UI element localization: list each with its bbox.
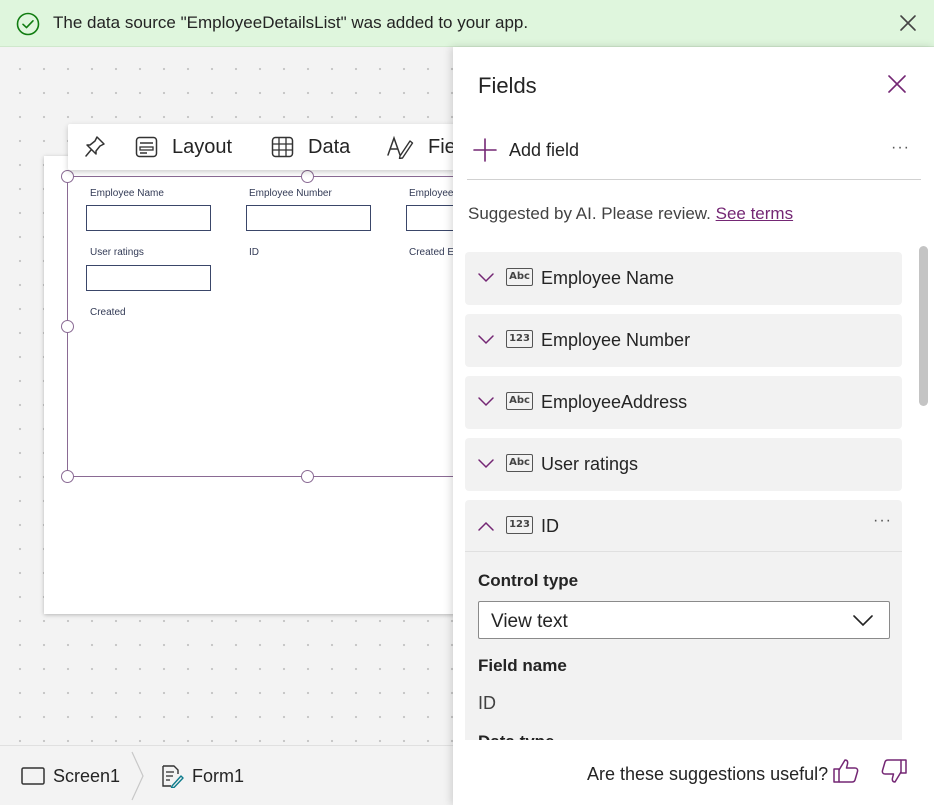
resize-handle[interactable] xyxy=(301,470,314,483)
control-type-value: View text xyxy=(491,611,568,632)
resize-handle[interactable] xyxy=(61,320,74,333)
field-row-employee-name[interactable]: Abc Employee Name xyxy=(465,252,902,305)
number-type-icon: 123 xyxy=(506,330,533,348)
thumbs-down-icon[interactable] xyxy=(880,758,908,784)
pin-icon xyxy=(85,136,105,157)
text-type-icon: Abc xyxy=(506,454,533,472)
form-field-input[interactable] xyxy=(86,265,211,291)
field-row-label: Employee Name xyxy=(541,268,675,288)
ai-notice: Suggested by AI. Please review. See term… xyxy=(468,204,793,224)
screen-icon xyxy=(21,767,45,785)
table-icon xyxy=(271,136,294,158)
feedback-bar: Are these suggestions useful? xyxy=(453,740,934,805)
notification-bar: The data source "EmployeeDetailsList" wa… xyxy=(0,0,934,47)
form-field-input[interactable] xyxy=(86,205,211,231)
close-panel-icon[interactable] xyxy=(888,75,906,93)
form-field-label: ID xyxy=(249,247,259,258)
field-row-id-header[interactable]: 123 ID ··· xyxy=(465,500,902,552)
layout-button[interactable]: Layout xyxy=(135,124,232,170)
fields-label: Fie xyxy=(428,135,456,158)
fields-panel: Fields Add field ··· Suggested by AI. Pl… xyxy=(453,47,934,805)
form-edit-icon xyxy=(162,765,184,788)
chevron-down-icon xyxy=(853,615,873,627)
layout-icon xyxy=(135,136,158,158)
text-type-icon: Abc xyxy=(506,268,533,286)
layout-label: Layout xyxy=(172,135,233,158)
form-field-label: Employee Number xyxy=(249,188,332,199)
notification-message: The data source "EmployeeDetailsList" wa… xyxy=(53,13,529,32)
field-row-id-expanded: 123 ID ··· Control type View text Field … xyxy=(465,500,902,740)
number-type-icon: 123 xyxy=(506,516,533,534)
add-field-label: Add field xyxy=(509,139,580,160)
field-name-value: ID xyxy=(478,693,496,713)
see-terms-link[interactable]: See terms xyxy=(716,204,793,223)
form-field-input[interactable] xyxy=(246,205,371,231)
panel-scrollbar[interactable] xyxy=(919,246,928,406)
text-type-icon: Abc xyxy=(506,392,533,410)
chevron-up-icon[interactable] xyxy=(477,517,495,535)
field-row-label: EmployeeAddress xyxy=(541,392,688,412)
data-label: Data xyxy=(308,135,351,158)
form-field-label: Created xyxy=(90,307,126,318)
feedback-question: Are these suggestions useful? xyxy=(587,764,829,784)
data-button[interactable]: Data xyxy=(271,124,350,170)
checkmark-circle-icon xyxy=(16,12,40,36)
form-field-label: User ratings xyxy=(90,247,144,258)
more-options-button[interactable]: ··· xyxy=(891,139,910,157)
plus-icon xyxy=(473,138,497,162)
ai-notice-text: Suggested by AI. Please review. xyxy=(468,204,711,223)
chevron-down-icon[interactable] xyxy=(477,393,495,411)
form-field-label: Employee Name xyxy=(90,188,164,199)
fields-button[interactable]: Fie xyxy=(386,124,456,170)
field-row-label: Employee Number xyxy=(541,330,691,350)
screen-label: Screen1 xyxy=(53,765,121,786)
field-more-options-button[interactable]: ··· xyxy=(873,512,892,530)
thumbs-up-icon[interactable] xyxy=(832,758,860,784)
field-row-user-ratings[interactable]: Abc User ratings xyxy=(465,438,902,491)
resize-handle[interactable] xyxy=(61,470,74,483)
form-control[interactable]: Employee Name Employee Number Employee U… xyxy=(61,170,531,483)
breadcrumb-form1[interactable]: Form1 xyxy=(160,746,244,805)
data-type-label: Data type xyxy=(478,732,555,740)
field-row-label: User ratings xyxy=(541,454,639,474)
form-field-label: Employee xyxy=(409,188,454,199)
resize-handle[interactable] xyxy=(61,170,74,183)
chevron-right-icon xyxy=(131,751,144,801)
field-row-employee-number[interactable]: 123 Employee Number xyxy=(465,314,902,367)
field-name-label: Field name xyxy=(478,656,567,675)
form-field-label: Created E xyxy=(409,247,455,258)
field-row-employee-address[interactable]: Abc EmployeeAddress xyxy=(465,376,902,429)
panel-title: Fields xyxy=(478,73,537,98)
chevron-down-icon[interactable] xyxy=(477,455,495,473)
pin-button[interactable] xyxy=(84,124,106,170)
divider xyxy=(467,179,921,180)
chevron-down-icon[interactable] xyxy=(477,331,495,349)
control-type-dropdown[interactable]: View text xyxy=(478,601,890,639)
add-field-button[interactable]: Add field xyxy=(473,137,579,163)
screen-card[interactable]: Employee Name Employee Number Employee U… xyxy=(44,156,531,614)
breadcrumb-screen1[interactable]: Screen1 xyxy=(21,746,120,805)
field-row-label: ID xyxy=(541,516,559,536)
chevron-down-icon[interactable] xyxy=(477,269,495,287)
form-label: Form1 xyxy=(192,765,245,786)
form-toolbar: Layout Data Fie xyxy=(68,124,468,170)
fields-icon xyxy=(387,135,414,159)
control-type-label: Control type xyxy=(478,571,579,590)
resize-handle[interactable] xyxy=(301,170,314,183)
close-notification-icon[interactable] xyxy=(898,13,918,33)
